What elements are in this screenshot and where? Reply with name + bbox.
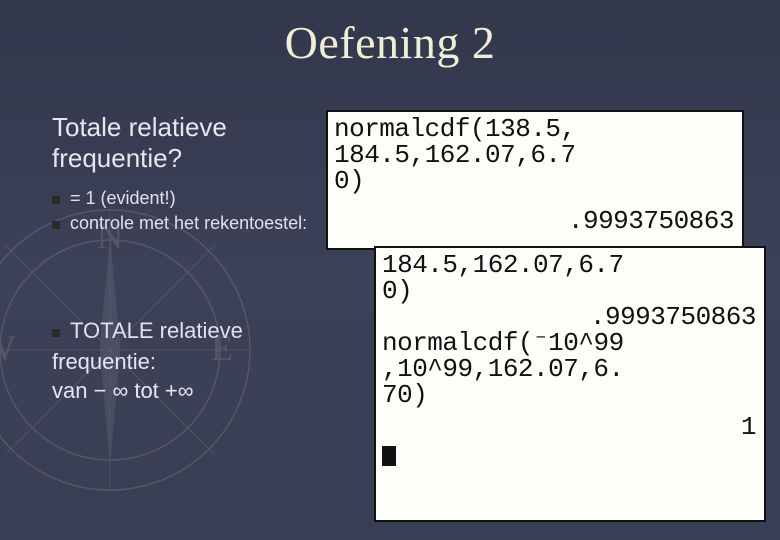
totale-line3: van − ∞ tot +∞: [52, 377, 312, 406]
bullet-text: = 1 (evident!): [70, 188, 176, 209]
calc-line: normalcdf(⁻10^99: [382, 330, 758, 356]
calc-line: 0): [382, 278, 758, 304]
calc-line: 0): [334, 168, 736, 194]
left-column: Totale relatieve frequentie? = 1 (eviden…: [52, 112, 312, 406]
square-bullet-icon: [52, 196, 60, 204]
svg-text:W: W: [0, 328, 15, 368]
calc-line: 184.5,162.07,6.7: [334, 142, 736, 168]
calculator-screen-2: 184.5,162.07,6.7 0) .9993750863 normalcd…: [374, 246, 766, 522]
bullet-list: = 1 (evident!) controle met het rekentoe…: [52, 188, 312, 234]
totale-block: TOTALE relatieve frequentie: van − ∞ tot…: [52, 318, 312, 405]
calculator-screen-1: normalcdf(138.5, 184.5,162.07,6.7 0) .99…: [326, 110, 744, 250]
slide: N E W S Oefening 2 Totale relatieve freq…: [0, 0, 780, 540]
calc-result: .9993750863: [334, 208, 736, 234]
calc-line: 184.5,162.07,6.7: [382, 252, 758, 278]
slide-title: Oefening 2: [0, 16, 780, 69]
calc-result: .9993750863: [382, 304, 758, 330]
bullet-item: = 1 (evident!): [52, 188, 312, 209]
calc-line: ,10^99,162.07,6.: [382, 356, 758, 382]
bullet-item: TOTALE relatieve: [52, 318, 312, 344]
calc-line: normalcdf(138.5,: [334, 116, 736, 142]
question-text: Totale relatieve frequentie?: [52, 112, 312, 174]
svg-text:S: S: [0, 427, 3, 455]
square-bullet-icon: [52, 221, 60, 229]
calc-result: 1: [382, 414, 758, 440]
square-bullet-icon: [52, 329, 60, 337]
bullet-text: controle met het rekentoestel:: [70, 213, 307, 234]
totale-line1: TOTALE relatieve: [70, 318, 243, 344]
bullet-item: controle met het rekentoestel:: [52, 213, 312, 234]
calc-line: 70): [382, 382, 758, 408]
totale-line2: frequentie:: [52, 348, 312, 377]
cursor-icon: [382, 446, 396, 466]
